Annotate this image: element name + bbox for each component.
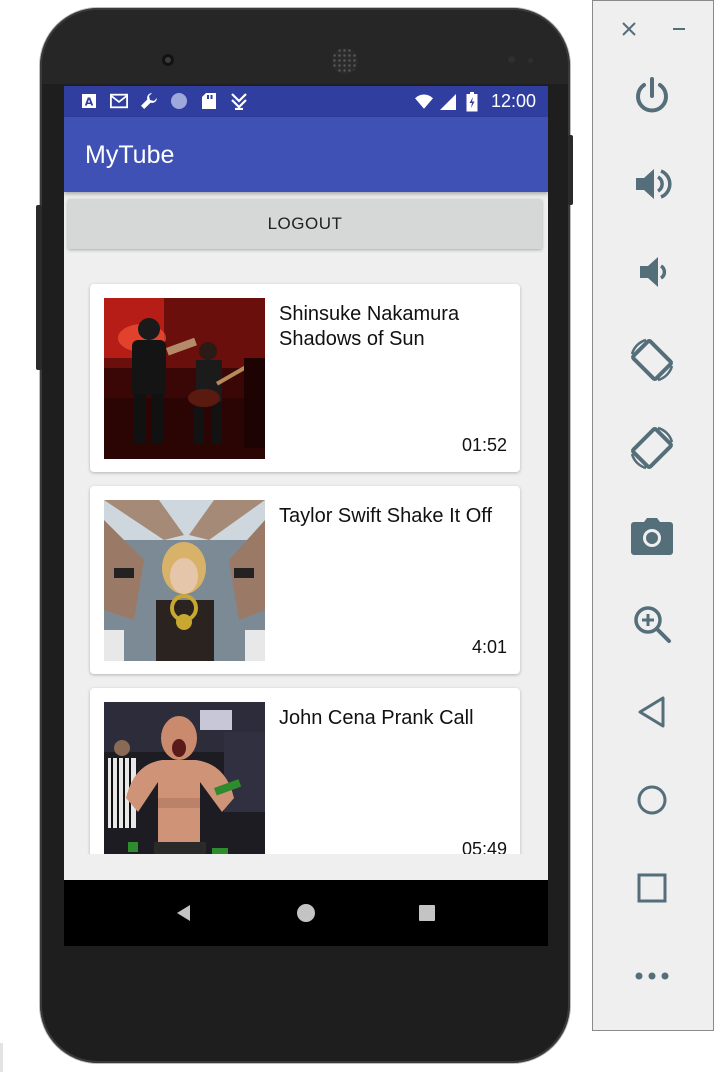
video-duration: 01:52: [461, 435, 507, 455]
volume-down-icon[interactable]: [623, 243, 681, 301]
signal-icon: [439, 93, 457, 111]
wrench-icon: [140, 92, 158, 110]
phone-power-button: [568, 135, 573, 205]
video-thumbnail: [104, 500, 265, 661]
video-thumbnail: [104, 702, 265, 854]
video-card[interactable]: John Cena Prank Call 05:49: [90, 688, 520, 854]
emulator-toolbar: [592, 0, 714, 1031]
front-camera: [162, 54, 174, 66]
zoom-icon[interactable]: [623, 595, 681, 653]
phone-side-button-left: [36, 205, 42, 370]
home-icon[interactable]: [292, 899, 320, 927]
sdcard-icon: [200, 92, 218, 110]
recents-icon[interactable]: [413, 899, 441, 927]
video-title: Shinsuke Nakamura Shadows of Sun: [279, 303, 460, 350]
svg-text:A: A: [85, 96, 94, 109]
rotate-right-icon[interactable]: [623, 419, 681, 477]
navigation-bar: [64, 880, 548, 946]
video-list[interactable]: Shinsuke Nakamura Shadows of Sun 01:52 T…: [64, 282, 548, 854]
volume-up-icon[interactable]: [623, 155, 681, 213]
wifi-icon: [414, 93, 433, 111]
video-duration: 4:01: [471, 637, 507, 657]
minimize-icon[interactable]: [667, 17, 691, 41]
back-icon[interactable]: [623, 683, 681, 741]
back-icon[interactable]: [170, 899, 198, 927]
video-card[interactable]: Taylor Swift Shake It Off 4:01: [90, 486, 520, 674]
status-time: 12:00: [490, 91, 536, 111]
status-bar: A 12:00: [64, 86, 548, 117]
earpiece-speaker: [332, 48, 358, 74]
video-title: Taylor Swift Shake It Off: [279, 505, 493, 527]
video-card[interactable]: Shinsuke Nakamura Shadows of Sun 01:52: [90, 284, 520, 472]
proximity-sensor: [508, 56, 515, 63]
rotate-left-icon[interactable]: [623, 331, 681, 389]
light-sensor: [528, 58, 533, 63]
video-title: John Cena Prank Call: [279, 707, 474, 729]
camera-icon[interactable]: [623, 507, 681, 565]
download-done-icon: [230, 92, 248, 110]
home-icon[interactable]: [623, 771, 681, 829]
mail-icon: [110, 92, 128, 110]
circle-icon: [170, 92, 188, 110]
app-title: MyTube: [85, 141, 175, 169]
more-icon[interactable]: [623, 947, 681, 1005]
video-thumbnail: [104, 298, 265, 459]
overview-icon[interactable]: [623, 859, 681, 917]
logout-button[interactable]: LOGOUT: [68, 199, 542, 249]
a-icon: A: [80, 92, 98, 110]
window-edge: [0, 1043, 3, 1072]
video-duration: 05:49: [461, 839, 507, 854]
device-screen: A 12:00 MyTube LOGOUT Shinsuke Nakamura …: [64, 86, 548, 946]
phone-top-bezel: [42, 10, 568, 84]
power-icon[interactable]: [623, 67, 681, 125]
app-bar: MyTube: [64, 117, 548, 192]
battery-icon: [463, 91, 481, 111]
close-icon[interactable]: [617, 17, 641, 41]
